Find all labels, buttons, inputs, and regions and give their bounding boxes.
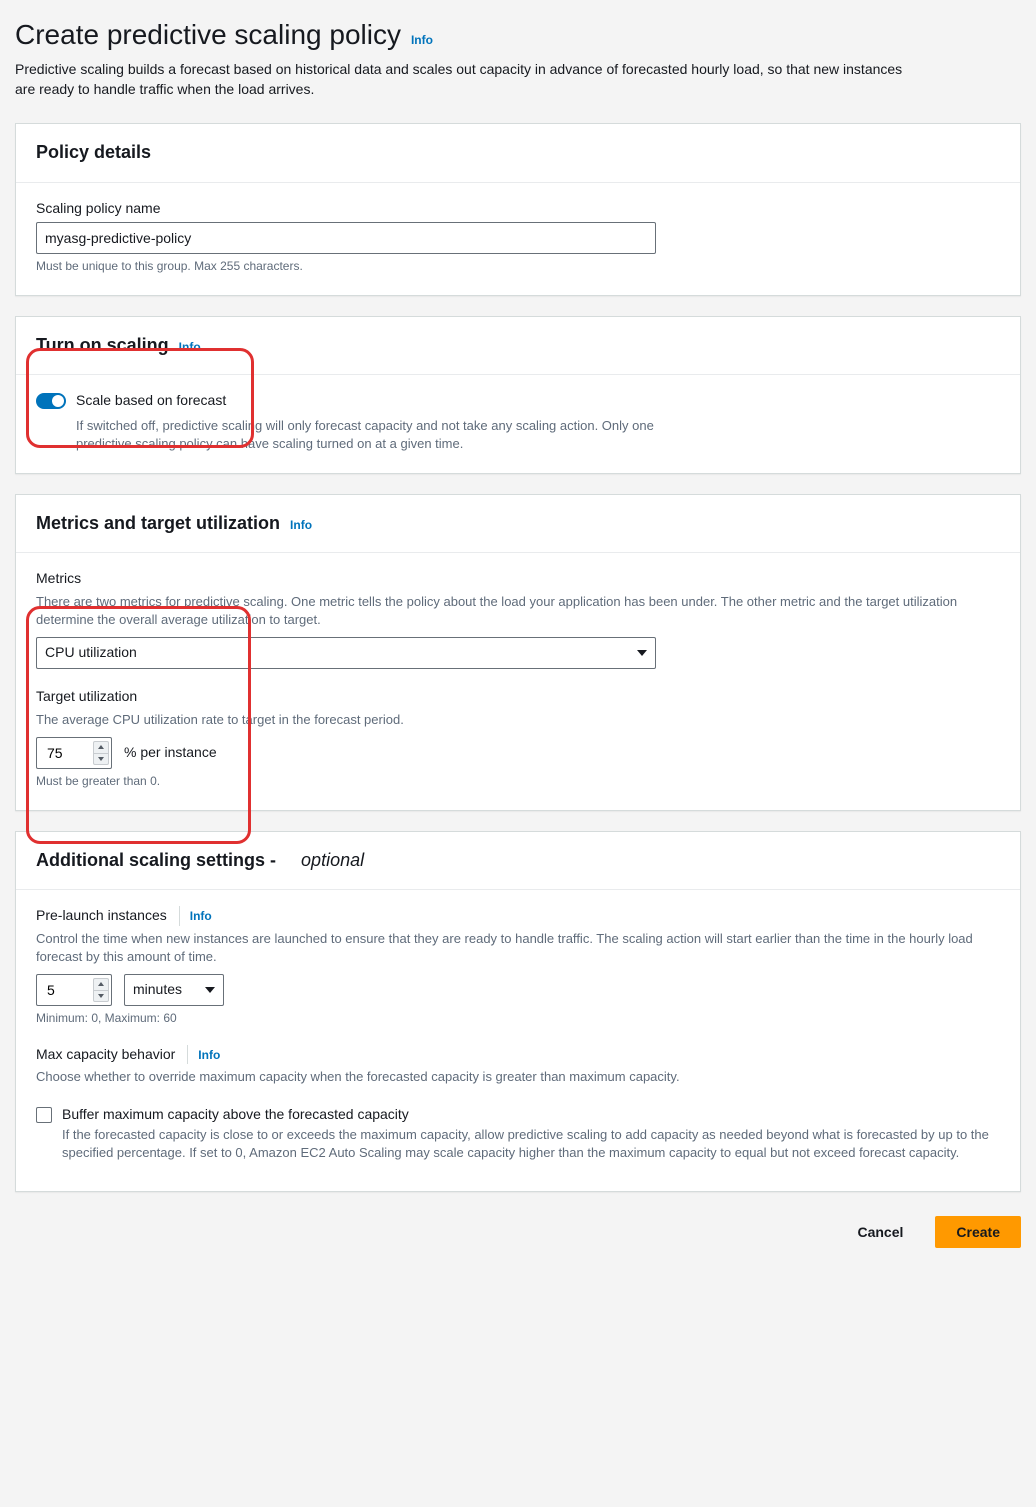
page-title: Create predictive scaling policy Info [15, 15, 1021, 54]
policy-name-input[interactable] [36, 222, 656, 254]
metrics-select[interactable]: CPU utilization [36, 637, 656, 669]
create-button[interactable]: Create [935, 1216, 1021, 1248]
metrics-desc: There are two metrics for predictive sca… [36, 593, 1000, 629]
metrics-panel: Metrics and target utilization Info Metr… [15, 494, 1021, 811]
target-utilization-desc: The average CPU utilization rate to targ… [36, 711, 1000, 729]
buffer-max-capacity-label: Buffer maximum capacity above the foreca… [62, 1105, 1000, 1125]
turn-on-scaling-info-link[interactable]: Info [179, 339, 201, 356]
page-info-link[interactable]: Info [411, 32, 433, 49]
metrics-heading: Metrics and target utilization [36, 511, 280, 536]
buffer-max-capacity-checkbox[interactable] [36, 1107, 52, 1123]
policy-name-hint: Must be unique to this group. Max 255 ch… [36, 258, 1000, 275]
prelaunch-stepper[interactable] [93, 978, 109, 1002]
chevron-down-icon [637, 650, 647, 656]
maxcap-label: Max capacity behavior [36, 1045, 175, 1065]
turn-on-scaling-heading: Turn on scaling [36, 333, 169, 358]
scale-based-on-forecast-label: Scale based on forecast [76, 391, 226, 411]
prelaunch-desc: Control the time when new instances are … [36, 930, 1000, 966]
scale-based-on-forecast-toggle[interactable] [36, 393, 66, 409]
chevron-down-icon [205, 987, 215, 993]
policy-details-heading: Policy details [36, 140, 1000, 165]
stepper-up-icon[interactable] [94, 979, 108, 991]
page-title-text: Create predictive scaling policy [15, 15, 401, 54]
target-utilization-value[interactable] [45, 744, 89, 762]
maxcap-desc: Choose whether to override maximum capac… [36, 1068, 1000, 1086]
target-utilization-hint: Must be greater than 0. [36, 773, 1000, 790]
target-utilization-input[interactable] [36, 737, 112, 769]
stepper-up-icon[interactable] [94, 742, 108, 754]
metrics-label: Metrics [36, 569, 1000, 589]
page-description: Predictive scaling builds a forecast bas… [15, 60, 915, 99]
stepper-down-icon[interactable] [94, 991, 108, 1002]
prelaunch-hint: Minimum: 0, Maximum: 60 [36, 1010, 1000, 1027]
scale-based-on-forecast-desc: If switched off, predictive scaling will… [76, 417, 696, 453]
policy-name-label: Scaling policy name [36, 199, 1000, 219]
metrics-info-link[interactable]: Info [290, 517, 312, 534]
prelaunch-unit-value: minutes [133, 980, 182, 1000]
target-utilization-unit: % per instance [124, 743, 217, 763]
target-utilization-label: Target utilization [36, 687, 1000, 707]
prelaunch-label: Pre-launch instances [36, 906, 167, 926]
buffer-max-capacity-desc: If the forecasted capacity is close to o… [62, 1126, 1000, 1162]
additional-settings-panel: Additional scaling settings - optional P… [15, 831, 1021, 1192]
additional-settings-heading: Additional scaling settings - optional [36, 848, 1000, 873]
policy-details-panel: Policy details Scaling policy name Must … [15, 123, 1021, 296]
prelaunch-unit-select[interactable]: minutes [124, 974, 224, 1006]
target-utilization-stepper[interactable] [93, 741, 109, 765]
cancel-button[interactable]: Cancel [837, 1216, 923, 1248]
metrics-select-value: CPU utilization [45, 643, 137, 663]
turn-on-scaling-panel: Turn on scaling Info Scale based on fore… [15, 316, 1021, 474]
prelaunch-value-input[interactable] [36, 974, 112, 1006]
maxcap-info-link[interactable]: Info [198, 1048, 220, 1062]
prelaunch-info-link[interactable]: Info [190, 909, 212, 923]
prelaunch-value[interactable] [45, 981, 89, 999]
stepper-down-icon[interactable] [94, 754, 108, 765]
